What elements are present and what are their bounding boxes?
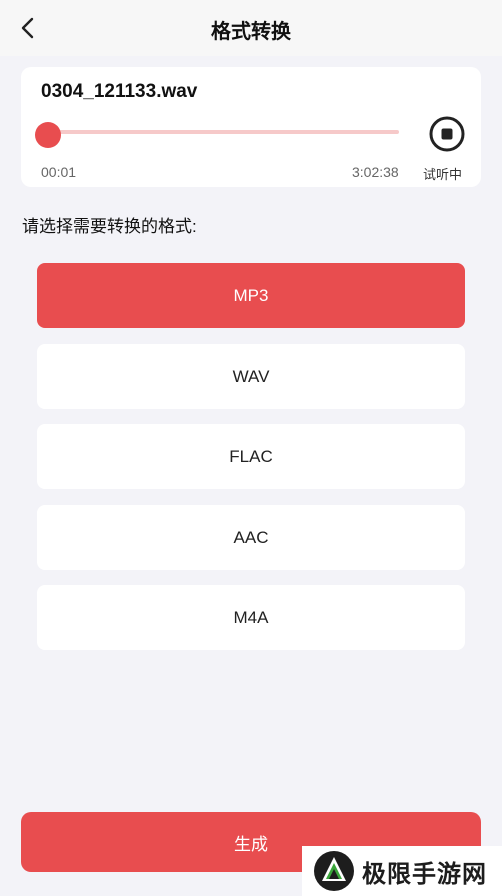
stop-circle-icon [429,116,465,152]
watermark-text: 极限手游网 [362,860,487,888]
progress-track[interactable] [43,130,399,134]
progress-thumb[interactable] [35,122,61,148]
watermark-logo-icon [314,851,354,891]
audio-player-card: 0304_121133.wav 00:01 3:02:38 试听中 [21,67,481,187]
header-bar: 格式转换 [0,0,502,56]
stop-preview-button[interactable] [428,115,466,153]
format-option-m4a[interactable]: M4A [37,585,465,650]
format-option-wav[interactable]: WAV [37,344,465,409]
format-prompt: 请选择需要转换的格式: [22,217,197,236]
watermark: 极限手游网 [302,846,502,896]
preview-status-label: 试听中 [423,167,463,182]
file-name: 0304_121133.wav [41,81,198,102]
format-option-aac[interactable]: AAC [37,505,465,570]
total-duration: 3:02:38 [352,164,399,180]
format-option-flac[interactable]: FLAC [37,424,465,489]
page-title: 格式转换 [211,21,291,43]
current-time: 00:01 [41,164,77,180]
format-option-mp3[interactable]: MP3 [37,263,465,328]
